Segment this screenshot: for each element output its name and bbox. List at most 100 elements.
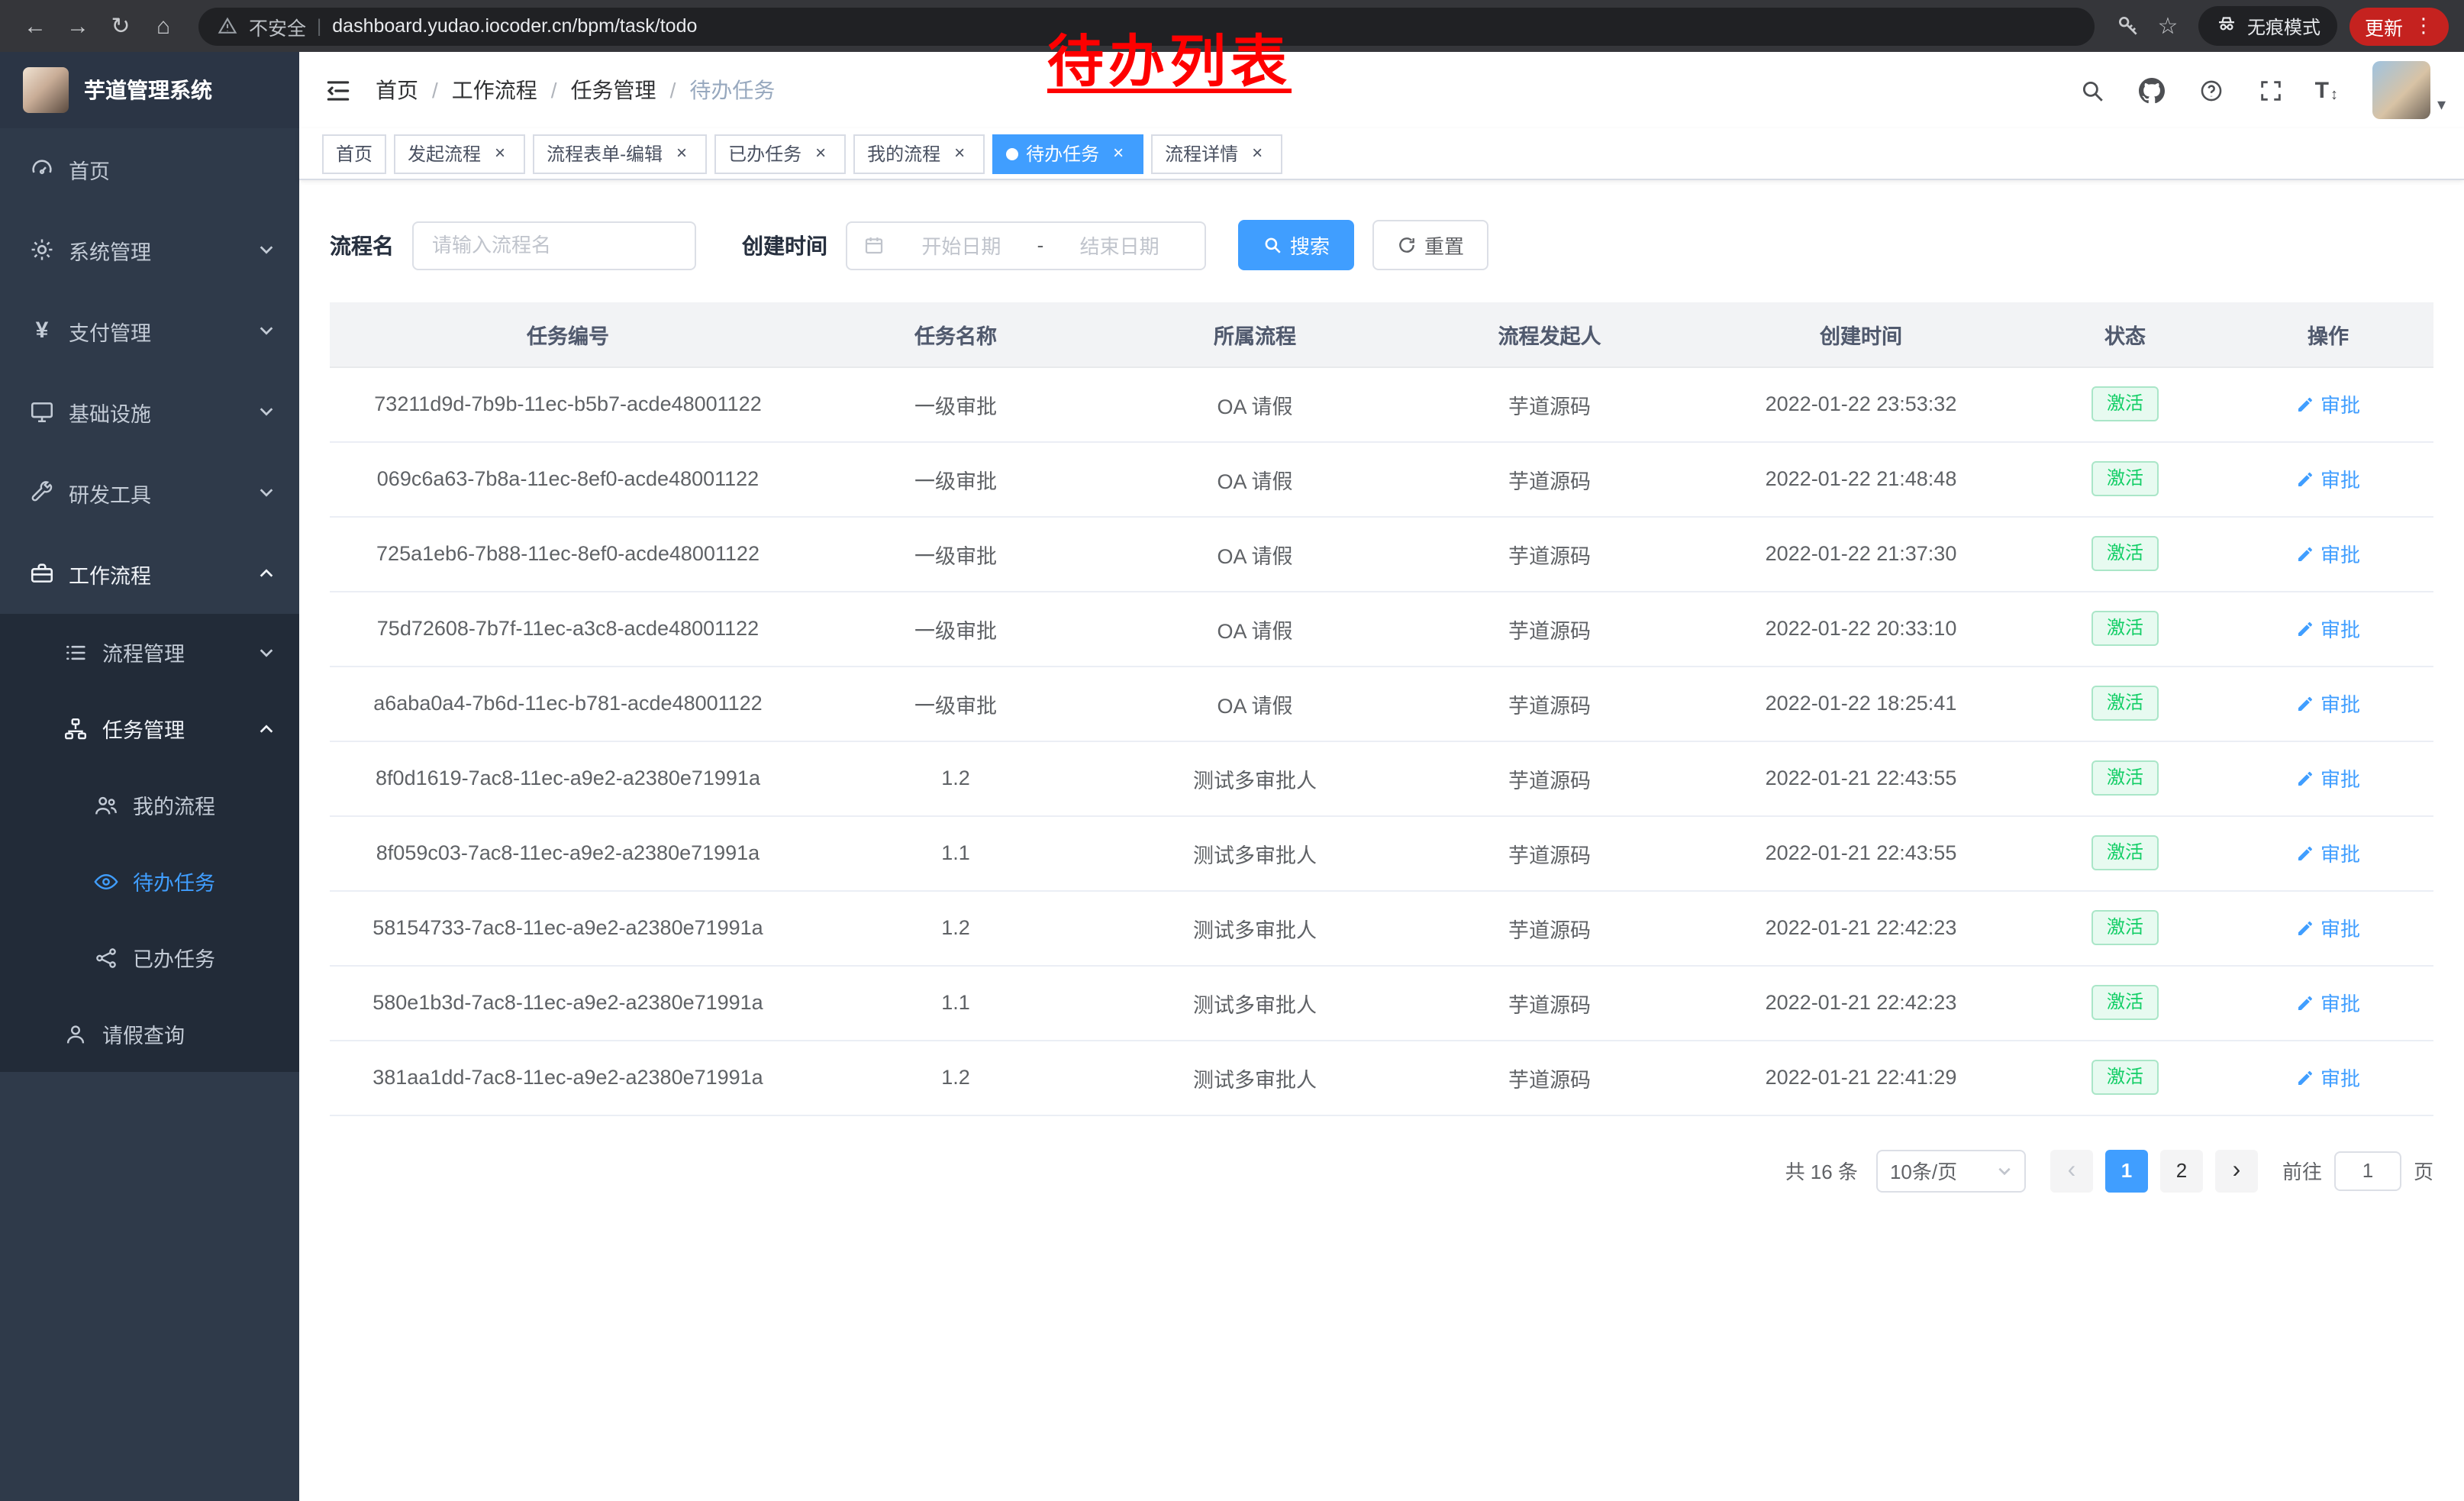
approve-button[interactable]: 审批 bbox=[2296, 1063, 2360, 1092]
table-body: 73211d9d-7b9b-11ec-b5b7-acde48001122 一级审… bbox=[330, 366, 2433, 1115]
approve-button[interactable]: 审批 bbox=[2296, 464, 2360, 493]
sidebar-item-label: 首页 bbox=[69, 153, 110, 184]
table-row: 73211d9d-7b9b-11ec-b5b7-acde48001122 一级审… bbox=[330, 366, 2433, 441]
sidebar-item-system[interactable]: 系统管理 bbox=[0, 209, 299, 290]
process-name-input[interactable] bbox=[412, 221, 696, 270]
approve-button[interactable]: 审批 bbox=[2296, 913, 2360, 942]
cell-create-time: 2022-01-22 23:53:32 bbox=[1695, 366, 2027, 441]
table-row: 069c6a63-7b8a-11ec-8ef0-acde48001122 一级审… bbox=[330, 441, 2433, 516]
cell-action: 审批 bbox=[2223, 366, 2433, 441]
sidebar-toggle-icon[interactable] bbox=[299, 52, 376, 128]
reload-icon[interactable]: ↻ bbox=[101, 6, 140, 46]
sidebar-item-leave-query[interactable]: 请假查询 bbox=[0, 996, 299, 1072]
home-icon[interactable]: ⌂ bbox=[144, 6, 183, 46]
approve-button[interactable]: 审批 bbox=[2296, 763, 2360, 792]
tab-close-icon[interactable]: × bbox=[489, 142, 511, 165]
tab-close-icon[interactable]: × bbox=[948, 142, 971, 165]
sidebar-item-todo-tasks[interactable]: 待办任务 bbox=[0, 843, 299, 919]
tab-close-icon[interactable]: × bbox=[1107, 142, 1130, 165]
page-2-button[interactable]: 2 bbox=[2160, 1149, 2203, 1192]
sidebar-item-done-tasks[interactable]: 已办任务 bbox=[0, 919, 299, 996]
forward-icon[interactable]: → bbox=[58, 6, 98, 46]
sidebar-item-label: 系统管理 bbox=[69, 234, 151, 265]
sidebar-item-infrastructure[interactable]: 基础设施 bbox=[0, 371, 299, 452]
approve-button[interactable]: 审批 bbox=[2296, 614, 2360, 643]
page-content: 流程名 创建时间 开始日期 - 结束日期 搜索 重 bbox=[299, 180, 2464, 1501]
cell-create-time: 2022-01-22 21:37:30 bbox=[1695, 516, 2027, 591]
tab-my-process[interactable]: 我的流程× bbox=[853, 134, 985, 173]
sidebar-item-task-management[interactable]: 任务管理 bbox=[0, 690, 299, 767]
table-row: 75d72608-7b7f-11ec-a3c8-acde48001122 一级审… bbox=[330, 591, 2433, 666]
chevron-down-icon bbox=[258, 403, 275, 420]
sidebar-item-my-process[interactable]: 我的流程 bbox=[0, 767, 299, 843]
status-badge: 激活 bbox=[2091, 386, 2159, 421]
github-icon[interactable] bbox=[2137, 75, 2167, 105]
tab-close-icon[interactable]: × bbox=[670, 142, 693, 165]
page-1-button[interactable]: 1 bbox=[2105, 1149, 2148, 1192]
font-size-icon[interactable]: T↕ bbox=[2315, 77, 2338, 103]
page-size-select[interactable]: 10条/页 bbox=[1876, 1149, 2026, 1192]
approve-button[interactable]: 审批 bbox=[2296, 838, 2360, 867]
sidebar-item-dev-tools[interactable]: 研发工具 bbox=[0, 452, 299, 533]
fullscreen-icon[interactable] bbox=[2256, 75, 2286, 105]
cell-action: 审批 bbox=[2223, 516, 2433, 591]
sidebar-item-home[interactable]: 首页 bbox=[0, 128, 299, 209]
app-logo-row[interactable]: 芋道管理系统 bbox=[0, 52, 299, 128]
approve-button[interactable]: 审批 bbox=[2296, 689, 2360, 718]
tab-done-tasks[interactable]: 已办任务× bbox=[714, 134, 846, 173]
breadcrumb-separator: / bbox=[432, 78, 438, 102]
approve-button[interactable]: 审批 bbox=[2296, 988, 2360, 1017]
approve-button[interactable]: 审批 bbox=[2296, 389, 2360, 418]
breadcrumb-task-management[interactable]: 任务管理 bbox=[571, 75, 656, 105]
sidebar-item-workflow[interactable]: 工作流程 bbox=[0, 533, 299, 614]
col-actions: 操作 bbox=[2223, 302, 2433, 366]
prev-page-button[interactable]: ‹ bbox=[2050, 1149, 2093, 1192]
user-menu[interactable]: ▾ bbox=[2373, 61, 2446, 119]
browser-menu-icon[interactable]: ⋮ bbox=[2414, 14, 2433, 38]
address-bar[interactable]: 不安全 | dashboard.yudao.iocoder.cn/bpm/tas… bbox=[198, 7, 2095, 45]
cell-initiator: 芋道源码 bbox=[1405, 591, 1695, 666]
key-icon[interactable] bbox=[2110, 8, 2146, 44]
tab-label: 发起流程 bbox=[408, 140, 481, 166]
cell-task-name: 1.1 bbox=[806, 815, 1105, 890]
tab-process-form-edit[interactable]: 流程表单-编辑× bbox=[533, 134, 707, 173]
table-row: 381aa1dd-7ac8-11ec-a9e2-a2380e71991a 1.2… bbox=[330, 1040, 2433, 1115]
cell-process: OA 请假 bbox=[1105, 591, 1405, 666]
tab-process-detail[interactable]: 流程详情× bbox=[1151, 134, 1282, 173]
tab-close-icon[interactable]: × bbox=[809, 142, 832, 165]
chevron-down-icon bbox=[258, 241, 275, 258]
cell-task-name: 1.2 bbox=[806, 741, 1105, 815]
date-range-picker[interactable]: 开始日期 - 结束日期 bbox=[846, 221, 1206, 270]
goto-page-input[interactable] bbox=[2334, 1151, 2401, 1190]
help-icon[interactable] bbox=[2196, 75, 2227, 105]
cell-initiator: 芋道源码 bbox=[1405, 366, 1695, 441]
create-time-label: 创建时间 bbox=[742, 230, 827, 260]
tab-home[interactable]: 首页 bbox=[322, 134, 386, 173]
cell-status: 激活 bbox=[2027, 516, 2223, 591]
cell-initiator: 芋道源码 bbox=[1405, 516, 1695, 591]
breadcrumb-separator: / bbox=[551, 78, 557, 102]
tab-todo-tasks[interactable]: 待办任务× bbox=[992, 134, 1143, 173]
breadcrumb-home[interactable]: 首页 bbox=[376, 75, 418, 105]
next-page-button[interactable]: › bbox=[2215, 1149, 2258, 1192]
cell-task-id: 381aa1dd-7ac8-11ec-a9e2-a2380e71991a bbox=[330, 1040, 806, 1115]
tab-start-process[interactable]: 发起流程 × bbox=[394, 134, 525, 173]
tab-close-icon[interactable]: × bbox=[1246, 142, 1269, 165]
col-process: 所属流程 bbox=[1105, 302, 1405, 366]
search-button[interactable]: 搜索 bbox=[1238, 220, 1354, 270]
cell-initiator: 芋道源码 bbox=[1405, 965, 1695, 1040]
sidebar-item-payment[interactable]: ¥ 支付管理 bbox=[0, 290, 299, 371]
sidebar-item-process-management[interactable]: 流程管理 bbox=[0, 614, 299, 690]
update-button[interactable]: 更新 ⋮ bbox=[2350, 7, 2449, 45]
reset-button[interactable]: 重置 bbox=[1372, 220, 1488, 270]
star-icon[interactable]: ☆ bbox=[2150, 8, 2186, 44]
back-icon[interactable]: ← bbox=[15, 6, 55, 46]
app-title: 芋道管理系统 bbox=[84, 75, 212, 105]
breadcrumb-workflow[interactable]: 工作流程 bbox=[452, 75, 537, 105]
dashboard-icon bbox=[29, 156, 55, 182]
search-icon[interactable] bbox=[2077, 75, 2108, 105]
share-nodes-icon bbox=[93, 944, 119, 970]
approve-button[interactable]: 审批 bbox=[2296, 539, 2360, 568]
cell-action: 审批 bbox=[2223, 666, 2433, 741]
status-badge: 激活 bbox=[2091, 685, 2159, 721]
